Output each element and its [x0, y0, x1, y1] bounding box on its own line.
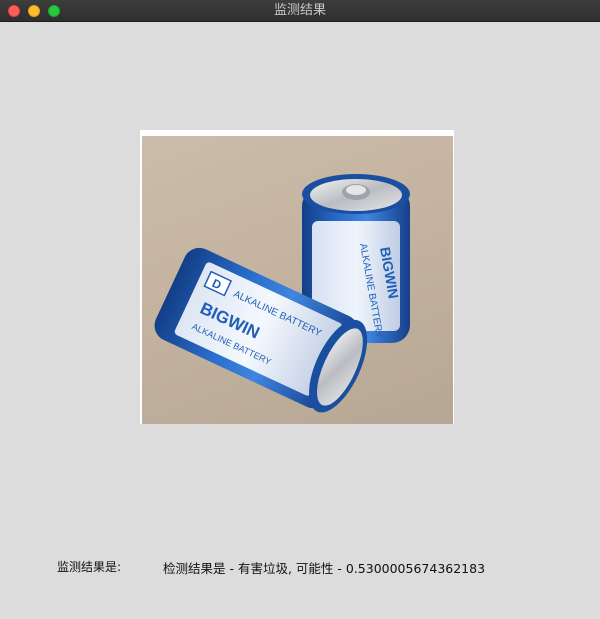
battery-photo: BIGWIN ALKALINE BATTERY D ALKALINE BATTE…	[142, 136, 453, 424]
window-title: 监测结果	[273, 3, 326, 18]
image-frame: BIGWIN ALKALINE BATTERY D ALKALINE BATTE…	[140, 130, 454, 424]
title-bar: 监测结果	[0, 0, 600, 22]
battery-illustration: BIGWIN ALKALINE BATTERY D ALKALINE BATTE…	[154, 174, 410, 413]
app-window: 监测结果 BIGWIN ALKALINE BATTERY D ALKALINE …	[0, 0, 600, 619]
result-label: 监测结果是:	[57, 560, 122, 574]
result-text: 检测结果是 - 有害垃圾, 可能性 - 0.5300005674362183	[163, 561, 486, 576]
